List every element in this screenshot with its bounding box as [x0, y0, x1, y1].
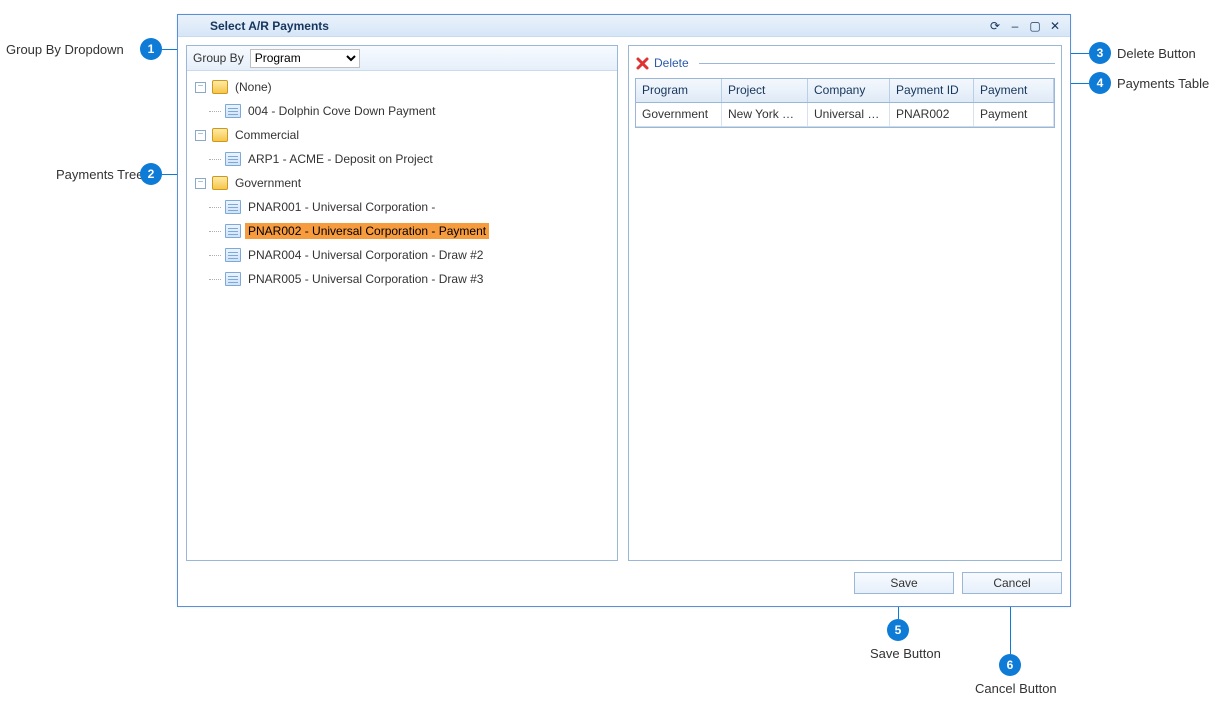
folder-icon — [212, 128, 228, 142]
select-ar-payments-dialog: Select A/R Payments ⟳ – ▢ ✕ Group By Pro… — [177, 14, 1071, 607]
tree-node-item[interactable]: PNAR004 - Universal Corporation - Draw #… — [187, 243, 617, 267]
callout-label-3: Delete Button — [1117, 46, 1196, 61]
callout-label-5: Save Button — [870, 646, 941, 661]
cancel-button[interactable]: Cancel — [962, 572, 1062, 594]
expand-icon[interactable]: − — [195, 178, 206, 189]
tree-label: Commercial — [232, 127, 302, 143]
payments-table: Program Project Company Payment ID Payme… — [635, 78, 1055, 128]
payments-tree[interactable]: − (None) 004 - Dolphin Cove Down Payment… — [187, 71, 617, 560]
delete-button[interactable]: Delete — [654, 56, 689, 70]
callout-badge-6: 6 — [999, 654, 1021, 676]
tree-node-item-selected[interactable]: PNAR002 - Universal Corporation - Paymen… — [187, 219, 617, 243]
tree-label: (None) — [232, 79, 275, 95]
cell-payment-id: PNAR002 — [890, 103, 974, 126]
tree-label: PNAR001 - Universal Corporation - — [245, 199, 438, 215]
col-payment-id[interactable]: Payment ID — [890, 79, 974, 102]
folder-icon — [212, 176, 228, 190]
tree-label: PNAR005 - Universal Corporation - Draw #… — [245, 271, 486, 287]
window-title: Select A/R Payments — [210, 19, 329, 33]
callout-badge-5: 5 — [887, 619, 909, 641]
document-icon — [225, 248, 241, 262]
tree-node-commercial[interactable]: − Commercial — [187, 123, 617, 147]
footer-buttons: Save Cancel — [854, 572, 1062, 594]
refresh-icon[interactable]: ⟳ — [988, 19, 1002, 33]
group-by-row: Group By Program — [187, 46, 617, 71]
expand-icon[interactable]: − — [195, 82, 206, 93]
expand-icon[interactable]: − — [195, 130, 206, 141]
tree-node-item[interactable]: PNAR005 - Universal Corporation - Draw #… — [187, 267, 617, 291]
close-icon[interactable]: ✕ — [1048, 19, 1062, 33]
tree-label: PNAR004 - Universal Corporation - Draw #… — [245, 247, 486, 263]
document-icon — [225, 152, 241, 166]
group-by-label: Group By — [193, 51, 244, 65]
cell-program: Government — [636, 103, 722, 126]
cell-payment: Payment — [974, 103, 1054, 126]
tree-label: PNAR002 - Universal Corporation - Paymen… — [245, 223, 489, 239]
delete-bar: Delete — [635, 52, 1055, 74]
maximize-icon[interactable]: ▢ — [1028, 19, 1042, 33]
tree-node-none[interactable]: − (None) — [187, 75, 617, 99]
callout-badge-1: 1 — [140, 38, 162, 60]
document-icon — [225, 272, 241, 286]
document-icon — [225, 200, 241, 214]
tree-node-item[interactable]: PNAR001 - Universal Corporation - — [187, 195, 617, 219]
callout-label-2: Payments Tree — [56, 167, 143, 182]
group-by-dropdown[interactable]: Program — [250, 49, 360, 68]
col-company[interactable]: Company — [808, 79, 890, 102]
save-button[interactable]: Save — [854, 572, 954, 594]
cell-company: Universal Corp — [808, 103, 890, 126]
delete-icon[interactable] — [635, 56, 650, 71]
document-icon — [225, 224, 241, 238]
callout-label-6: Cancel Button — [975, 681, 1057, 696]
col-program[interactable]: Program — [636, 79, 722, 102]
col-payment[interactable]: Payment — [974, 79, 1054, 102]
titlebar: Select A/R Payments ⟳ – ▢ ✕ — [178, 15, 1070, 37]
tree-label: 004 - Dolphin Cove Down Payment — [245, 103, 438, 119]
tree-node-item[interactable]: 004 - Dolphin Cove Down Payment — [187, 99, 617, 123]
callout-badge-2: 2 — [140, 163, 162, 185]
table-header: Program Project Company Payment ID Payme… — [636, 79, 1054, 103]
left-panel: Group By Program − (None) 004 - Dolphin … — [186, 45, 618, 561]
callout-badge-4: 4 — [1089, 72, 1111, 94]
tree-node-item[interactable]: ARP1 - ACME - Deposit on Project — [187, 147, 617, 171]
callout-label-4: Payments Table — [1117, 76, 1209, 91]
tree-label: ARP1 - ACME - Deposit on Project — [245, 151, 436, 167]
divider — [699, 63, 1055, 64]
col-project[interactable]: Project — [722, 79, 808, 102]
table-row[interactable]: Government New York City Universal Corp … — [636, 103, 1054, 127]
document-icon — [225, 104, 241, 118]
tree-label: Government — [232, 175, 304, 191]
folder-icon — [212, 80, 228, 94]
callout-label-1: Group By Dropdown — [6, 42, 124, 57]
callout-badge-3: 3 — [1089, 42, 1111, 64]
right-panel: Delete Program Project Company Payment I… — [628, 45, 1062, 561]
cell-project: New York City — [722, 103, 808, 126]
minimize-icon[interactable]: – — [1008, 19, 1022, 33]
tree-node-government[interactable]: − Government — [187, 171, 617, 195]
